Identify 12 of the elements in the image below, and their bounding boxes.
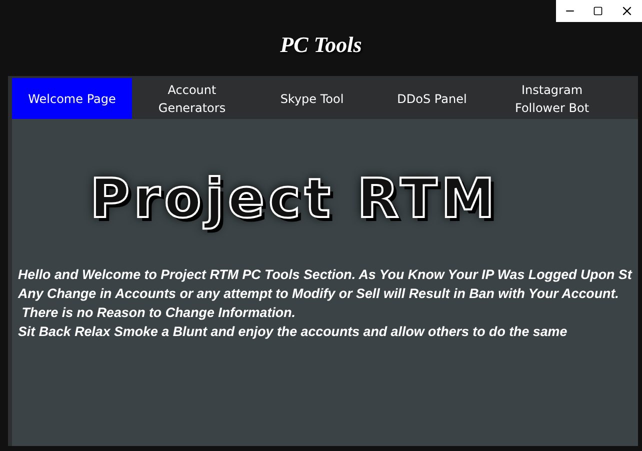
tab[interactable]: DDoS Panel	[372, 78, 492, 119]
tab[interactable]: Skype Tool	[252, 78, 372, 119]
logo: Project RTM	[90, 167, 499, 230]
message-line: Sit Back Relax Smoke a Blunt and enjoy the accounts and allow others to do the same	[18, 323, 568, 341]
message-line: Any Change in Accounts or any attempt to Modify or Sell will Result in Ban with Your Account.	[18, 285, 619, 303]
tab[interactable]: Instagram Follower Bot	[492, 78, 612, 119]
message-line: There is no Reason to Change Information.	[20, 304, 296, 322]
message-line: Hello and Welcome to Project RTM PC Tools Section. As You Know Your IP Was Logged Upon St	[18, 266, 632, 284]
tab[interactable]: Welcome Page	[12, 78, 132, 119]
window-title: PC Tools	[280, 32, 362, 58]
maximize-icon[interactable]	[592, 6, 603, 16]
tab[interactable]: Account Generators	[132, 78, 252, 119]
